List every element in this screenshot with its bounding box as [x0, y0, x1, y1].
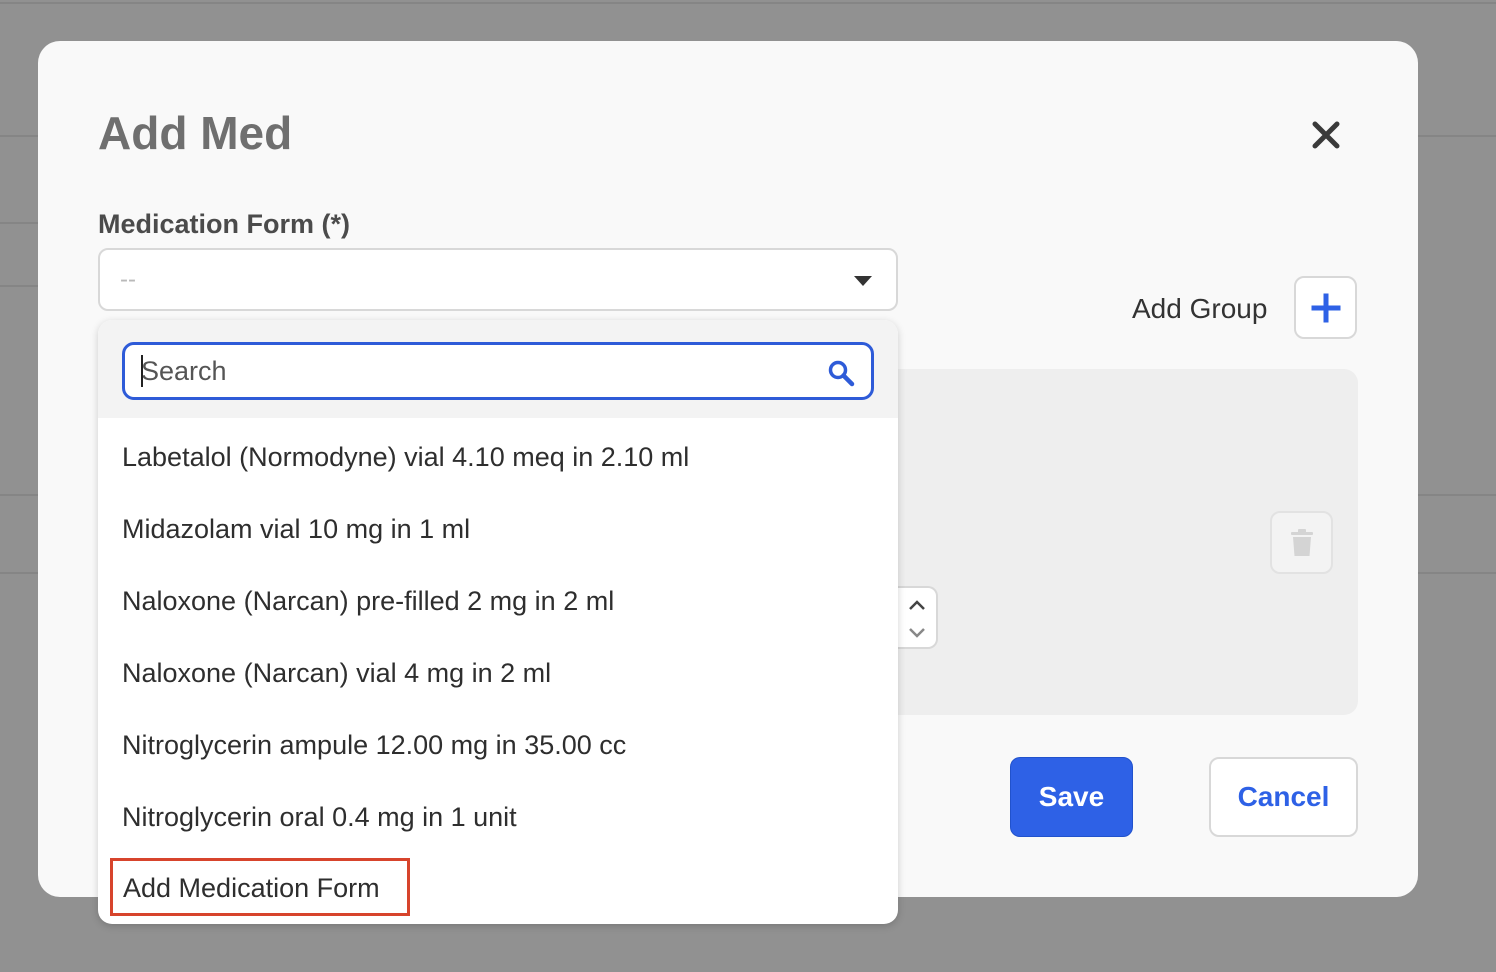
select-value: -- — [120, 266, 136, 293]
background-divider — [0, 494, 40, 496]
background-divider — [1418, 494, 1496, 496]
medication-form-dropdown: Labetalol (Normodyne) vial 4.10 meq in 2… — [98, 320, 898, 924]
trash-icon — [1290, 528, 1313, 556]
close-icon — [1312, 121, 1340, 149]
background-divider — [0, 222, 40, 224]
background-divider — [1418, 135, 1496, 137]
quantity-stepper[interactable] — [898, 586, 938, 649]
dropdown-option[interactable]: Nitroglycerin oral 0.4 mg in 1 unit — [122, 800, 517, 834]
add-group-button[interactable] — [1294, 276, 1357, 339]
chevron-up-icon — [909, 599, 925, 610]
medication-form-select[interactable]: -- — [98, 248, 898, 311]
search-input[interactable] — [141, 353, 801, 389]
text-cursor — [141, 355, 143, 387]
group-panel — [898, 369, 1358, 715]
background-divider — [0, 135, 40, 137]
background-divider — [1418, 572, 1496, 574]
step-up-button[interactable] — [898, 590, 936, 619]
cancel-button[interactable]: Cancel — [1209, 757, 1358, 837]
background-divider — [0, 2, 1496, 4]
delete-group-button[interactable] — [1270, 511, 1333, 574]
add-medication-form-option[interactable]: Add Medication Form — [110, 858, 410, 916]
add-group-label: Add Group — [1132, 293, 1268, 324]
chevron-down-icon — [909, 627, 925, 638]
dropdown-option[interactable]: Nitroglycerin ampule 12.00 mg in 35.00 c… — [122, 728, 626, 762]
search-box[interactable] — [122, 342, 874, 400]
dropdown-option[interactable]: Naloxone (Narcan) vial 4 mg in 2 ml — [122, 656, 551, 690]
medication-form-label: Medication Form (*) — [98, 209, 351, 239]
chevron-down-icon — [854, 276, 872, 286]
search-icon — [828, 360, 855, 387]
dropdown-option[interactable]: Midazolam vial 10 mg in 1 ml — [122, 512, 470, 546]
step-down-button[interactable] — [898, 618, 936, 647]
background-divider — [0, 572, 40, 574]
plus-icon — [1311, 293, 1340, 322]
modal-title: Add Med — [98, 107, 293, 159]
background-divider — [0, 285, 40, 287]
dropdown-option[interactable]: Labetalol (Normodyne) vial 4.10 meq in 2… — [122, 440, 689, 474]
save-button[interactable]: Save — [1010, 757, 1133, 837]
dropdown-option[interactable]: Naloxone (Narcan) pre-filled 2 mg in 2 m… — [122, 584, 614, 618]
close-button[interactable] — [1306, 115, 1346, 155]
search-area — [98, 320, 898, 418]
add-medication-form-label: Add Medication Form — [123, 873, 380, 903]
